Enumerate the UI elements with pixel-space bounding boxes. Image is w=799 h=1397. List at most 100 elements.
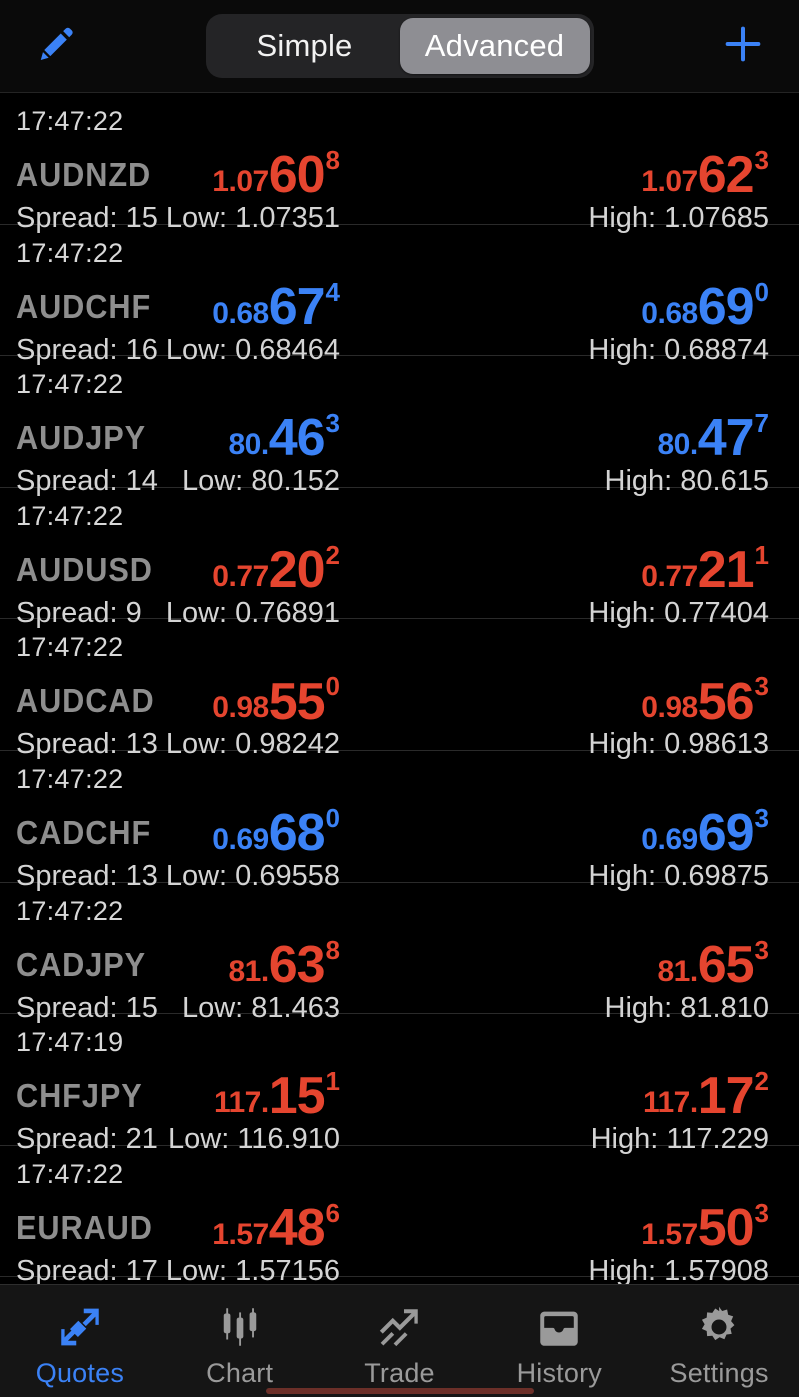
ask-price-prefix: 0.98 xyxy=(641,691,698,725)
ask-price-major: 65 xyxy=(697,935,755,994)
tab-label-quotes: Quotes xyxy=(35,1357,125,1388)
ask-price-major: 17 xyxy=(697,1067,755,1126)
bid-price: 0.69 68 0 xyxy=(212,804,340,863)
bid-price: 0.68 67 4 xyxy=(212,277,340,336)
pencil-icon xyxy=(34,22,78,71)
bid-price-pipette: 2 xyxy=(325,539,340,570)
mt-quotes-screen: Simple Advanced 17:47:22 AUDNZD 1.07 60 8 … xyxy=(0,0,799,1397)
quote-symbol: EURAUD xyxy=(16,1208,153,1246)
two-way-arrows-icon xyxy=(55,1300,105,1354)
tab-quotes[interactable]: Quotes xyxy=(0,1285,160,1397)
quote-mid: AUDJPY 80. 46 3 80. 47 7 xyxy=(16,402,783,464)
quote-mid: CADCHF 0.69 68 0 0.69 69 3 xyxy=(16,797,783,859)
candlestick-icon xyxy=(215,1300,265,1354)
ask-price-pipette: 3 xyxy=(754,1197,769,1228)
bid-price-prefix: 0.68 xyxy=(212,296,269,330)
bid-price-prefix: 0.98 xyxy=(212,691,269,725)
quote-row[interactable]: 17:47:22 CADJPY 81. 63 8 81. 65 3 Spread: 15… xyxy=(0,883,799,1024)
quote-row[interactable]: 17:47:22 AUDNZD 1.07 60 8 1.07 62 3 Spread: … xyxy=(0,93,799,234)
segment-simple[interactable]: Simple xyxy=(210,18,400,74)
quote-spread: Spread: 17 xyxy=(16,1254,158,1284)
bid-price-pipette: 1 xyxy=(325,1066,340,1097)
tab-chart[interactable]: Chart xyxy=(160,1285,320,1397)
bid-price-major: 48 xyxy=(268,1199,326,1257)
tab-label-settings: Settings xyxy=(669,1357,769,1388)
bid-price-pipette: 8 xyxy=(325,934,340,965)
tab-history[interactable]: History xyxy=(479,1285,639,1397)
ask-price-prefix: 80. xyxy=(657,428,698,462)
segment-advanced[interactable]: Advanced xyxy=(399,18,590,74)
bid-price-prefix: 81. xyxy=(228,954,269,988)
quote-symbol: CADCHF xyxy=(16,813,152,851)
ask-price: 1.07 62 3 xyxy=(641,146,769,205)
tab-label-trade: Trade xyxy=(364,1357,435,1388)
view-mode-segmented-control[interactable]: Simple Advanced xyxy=(205,14,594,78)
quote-row[interactable]: 17:47:22 AUDCHF 0.68 67 4 0.68 69 0 Spread: … xyxy=(0,225,799,366)
bid-price-major: 67 xyxy=(268,277,326,336)
quote-symbol: CADJPY xyxy=(16,945,147,983)
quote-bottom: Spread: 17 Low: 1.57156 High: 1.57908 xyxy=(16,1252,783,1284)
bid-price-major: 55 xyxy=(268,672,326,731)
bid-price-prefix: 0.77 xyxy=(212,559,269,593)
tab-settings[interactable]: Settings xyxy=(639,1285,799,1397)
quote-row[interactable]: 17:47:22 AUDJPY 80. 46 3 80. 47 7 Spread: 14… xyxy=(0,356,799,497)
home-indicator xyxy=(265,1388,534,1394)
ask-price: 0.98 56 3 xyxy=(641,673,769,727)
edit-button[interactable] xyxy=(24,14,88,78)
bid-price-major: 46 xyxy=(268,409,326,468)
ask-price-prefix: 1.57 xyxy=(641,1217,698,1251)
bid-price-pipette: 0 xyxy=(325,671,340,702)
bid-price: 1.57 48 6 xyxy=(212,1199,340,1257)
bid-price-prefix: 117. xyxy=(213,1086,269,1120)
quote-time: 17:47:22 xyxy=(16,632,124,663)
quote-row[interactable]: 17:47:22 EURAUD 1.57 48 6 1.57 50 3 Spread: … xyxy=(0,1146,799,1284)
quote-time: 17:47:22 xyxy=(16,500,124,531)
quote-mid: AUDCHF 0.68 67 4 0.68 69 0 xyxy=(16,271,783,333)
bid-price-pipette: 8 xyxy=(325,145,340,175)
quote-time: 17:47:22 xyxy=(16,763,124,794)
quote-symbol: CHFJPY xyxy=(16,1077,143,1115)
ask-price-prefix: 1.07 xyxy=(641,165,698,198)
ask-price: 117. 17 2 xyxy=(642,1067,769,1126)
quote-low: Low: 1.57156 xyxy=(165,1254,340,1284)
ask-price-major: 47 xyxy=(697,409,755,468)
ask-price: 80. 47 7 xyxy=(657,409,769,468)
ask-price: 0.77 21 1 xyxy=(641,542,769,596)
bid-price: 80. 46 3 xyxy=(228,409,340,468)
bid-price-major: 20 xyxy=(268,541,326,600)
plus-icon xyxy=(720,21,766,72)
ask-price-major: 50 xyxy=(697,1199,755,1257)
ask-price: 81. 65 3 xyxy=(657,935,769,994)
quote-time: 17:47:22 xyxy=(16,106,124,136)
bid-price-prefix: 1.57 xyxy=(212,1217,269,1251)
tab-label-chart: Chart xyxy=(206,1357,274,1388)
quote-row[interactable]: 17:47:22 AUDUSD 0.77 20 2 0.77 21 1 Spread: … xyxy=(0,488,799,629)
add-symbol-button[interactable] xyxy=(711,14,775,78)
quote-time: 17:47:22 xyxy=(16,1158,124,1189)
bottom-tab-bar: Quotes Chart Trade History Settings xyxy=(0,1284,799,1397)
quote-list[interactable]: 17:47:22 AUDNZD 1.07 60 8 1.07 62 3 Spread: … xyxy=(0,93,799,1284)
quote-symbol: AUDNZD xyxy=(16,156,152,193)
ask-price-pipette: 3 xyxy=(754,802,769,833)
ask-price-prefix: 117. xyxy=(642,1086,698,1120)
quote-symbol: AUDUSD xyxy=(16,550,153,588)
bid-price: 81. 63 8 xyxy=(228,937,340,991)
quote-row[interactable]: 17:47:22 AUDCAD 0.98 55 0 0.98 56 3 Spread: … xyxy=(0,619,799,760)
ask-price: 1.57 50 3 xyxy=(641,1199,769,1257)
quote-row[interactable]: 17:47:22 CADCHF 0.69 68 0 0.69 69 3 Spread: … xyxy=(0,751,799,892)
inbox-tray-icon xyxy=(534,1300,584,1354)
ask-price-pipette: 3 xyxy=(754,145,769,175)
bid-price-major: 68 xyxy=(268,804,326,863)
bid-price: 0.77 20 2 xyxy=(212,541,340,600)
ask-price-major: 62 xyxy=(697,146,755,205)
bid-price-pipette: 4 xyxy=(325,276,340,307)
tab-trade[interactable]: Trade xyxy=(320,1285,480,1397)
quote-row[interactable]: 17:47:19 CHFJPY 117. 15 1 117. 17 2 Spread: … xyxy=(0,1014,799,1155)
ask-price-pipette: 0 xyxy=(754,276,769,307)
ask-price-pipette: 7 xyxy=(754,408,769,439)
bid-price-prefix: 1.07 xyxy=(212,165,269,198)
ask-price-prefix: 0.77 xyxy=(641,559,698,593)
trend-arrow-icon xyxy=(374,1300,424,1354)
bid-price: 1.07 60 8 xyxy=(212,147,340,201)
bid-price-major: 15 xyxy=(268,1067,326,1126)
